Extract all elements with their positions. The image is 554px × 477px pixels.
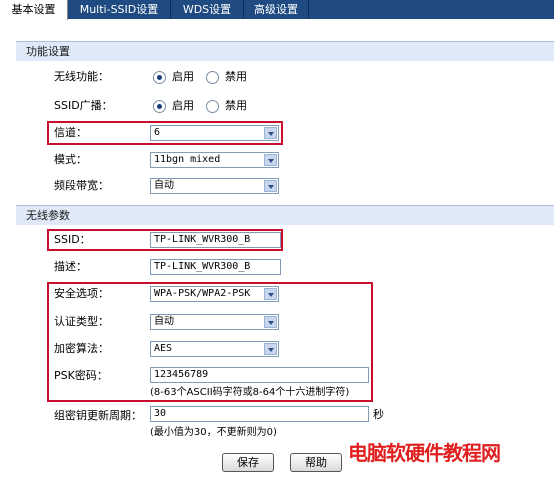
security-value: WPA-PSK/WPA2-PSK — [154, 288, 251, 299]
watermark-text: 电脑软硬件教程网 — [348, 441, 501, 465]
tab-basic-settings[interactable]: 基本设置 — [0, 0, 68, 20]
ssid-broadcast-enable-label: 启用 — [172, 99, 194, 112]
security-select[interactable]: WPA-PSK/WPA2-PSK — [150, 286, 279, 302]
group-key-hint: (最小值为30，不更新则为0) — [150, 427, 277, 438]
channel-label: 信道： — [54, 126, 87, 139]
bandwidth-value: 自动 — [154, 180, 174, 191]
psk-input[interactable]: 123456789 — [150, 367, 369, 383]
auth-type-value: 自动 — [154, 316, 174, 327]
mode-value: 11bgn mixed — [154, 154, 221, 165]
channel-select[interactable]: 6 — [150, 125, 279, 141]
ssid-broadcast-disable-radio[interactable] — [206, 100, 219, 113]
psk-label: PSK密码： — [54, 369, 108, 382]
wireless-label: 无线功能： — [54, 70, 109, 83]
auth-type-label: 认证类型： — [54, 315, 109, 328]
save-button[interactable]: 保存 — [222, 453, 274, 472]
tab-wds[interactable]: WDS设置 — [171, 0, 244, 19]
encryption-select[interactable]: AES — [150, 341, 279, 357]
channel-value: 6 — [154, 127, 161, 138]
chevron-down-icon — [264, 127, 277, 139]
encryption-label: 加密算法： — [54, 342, 109, 355]
section-wireless-params: 无线参数 — [16, 205, 554, 225]
bandwidth-label: 频段带宽： — [54, 179, 109, 192]
tab-bar: 基本设置 Multi-SSID设置 WDS设置 高级设置 — [0, 0, 554, 20]
security-label: 安全选项： — [54, 287, 109, 300]
wireless-enable-radio[interactable] — [153, 71, 166, 84]
mode-label: 模式： — [54, 153, 87, 166]
ssid-label: SSID： — [54, 233, 91, 246]
chevron-down-icon — [264, 180, 277, 192]
ssid-broadcast-disable-label: 禁用 — [225, 99, 247, 112]
ssid-broadcast-enable-radio[interactable] — [153, 100, 166, 113]
tab-advanced[interactable]: 高级设置 — [244, 0, 309, 19]
chevron-down-icon — [264, 343, 277, 355]
section-function-settings: 功能设置 — [16, 41, 554, 61]
group-key-label: 组密钥更新周期： — [54, 409, 142, 422]
wireless-enable-label: 启用 — [172, 70, 194, 83]
description-label: 描述： — [54, 260, 87, 273]
auth-type-select[interactable]: 自动 — [150, 314, 279, 330]
mode-select[interactable]: 11bgn mixed — [150, 152, 279, 168]
chevron-down-icon — [264, 154, 277, 166]
chevron-down-icon — [264, 288, 277, 300]
bandwidth-select[interactable]: 自动 — [150, 178, 279, 194]
group-key-input[interactable]: 30 — [150, 406, 369, 422]
wireless-disable-radio[interactable] — [206, 71, 219, 84]
tab-multi-ssid[interactable]: Multi-SSID设置 — [68, 0, 171, 19]
wireless-disable-label: 禁用 — [225, 70, 247, 83]
ssid-input[interactable]: TP-LINK_WVR300_B — [150, 232, 281, 248]
description-input[interactable]: TP-LINK_WVR300_B — [150, 259, 281, 275]
chevron-down-icon — [264, 316, 277, 328]
help-button[interactable]: 帮助 — [290, 453, 342, 472]
psk-hint: (8-63个ASCII码字符或8-64个十六进制字符) — [150, 387, 350, 398]
group-key-unit: 秒 — [373, 408, 384, 421]
ssid-broadcast-label: SSID广播： — [54, 99, 113, 112]
encryption-value: AES — [154, 343, 173, 354]
